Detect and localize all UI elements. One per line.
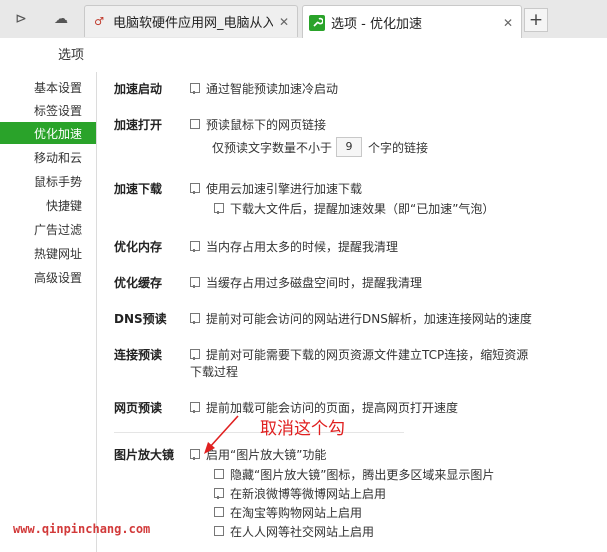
sidebar-item-basic[interactable]: 基本设置 — [0, 76, 96, 98]
sidebar-item-hotkey-urls[interactable]: 热键网址 — [0, 242, 96, 264]
weibo-magnifier-label: 在新浪微博等微博网站上启用 — [230, 487, 387, 501]
tab-title: 选项 - 优化加速 — [331, 17, 422, 32]
sidebar-item-shortcuts[interactable]: 快捷键 — [0, 194, 96, 216]
memory-reminder-checkbox[interactable] — [190, 241, 200, 252]
watermark-text: www.qinpinchang.com — [13, 522, 151, 536]
tab-bar: ⊳ ☁ ♂ 电脑软硬件应用网_电脑从入门 ✕ 选项 - 优化加速 ✕ + — [0, 0, 607, 39]
social-magnifier-checkbox[interactable] — [214, 526, 224, 536]
preread-links-label: 预读鼠标下的网页链接 — [206, 118, 327, 132]
sidebar-toggle-icon[interactable]: ⊳ — [10, 8, 32, 30]
tab-title: 电脑软硬件应用网_电脑从入门 — [113, 16, 273, 31]
section-label-connect: 连接预读 — [114, 348, 163, 362]
download-bubble-label: 下载大文件后，提醒加速效果（即“已加速”气泡） — [230, 202, 495, 216]
shopping-magnifier-checkbox[interactable] — [214, 507, 224, 517]
cloud-download-checkbox[interactable] — [190, 183, 200, 194]
section-label-memory: 优化内存 — [114, 240, 163, 254]
close-icon[interactable]: ✕ — [277, 15, 291, 29]
sidebar-item-mouse-gestures[interactable]: 鼠标手势 — [0, 170, 96, 192]
memory-reminder-label: 当内存占用太多的时候，提醒我清理 — [206, 240, 399, 254]
preread-links-checkbox[interactable] — [190, 119, 200, 129]
dns-prefetch-label: 提前对可能会访问的网站进行DNS解析，加速连接网站的速度 — [206, 312, 532, 326]
social-magnifier-label: 在人人网等社交网站上启用 — [230, 525, 375, 539]
section-label-startup: 加速启动 — [114, 82, 163, 96]
preread-min-chars-suffix: 个字的链接 — [368, 141, 429, 155]
close-icon[interactable]: ✕ — [501, 16, 515, 30]
preread-min-chars-input[interactable]: 9 — [336, 137, 362, 157]
page-header: 选项 — [0, 38, 607, 68]
wrench-icon — [309, 14, 325, 31]
annotation-arrow-icon — [204, 415, 239, 454]
section-label-download: 加速下载 — [114, 182, 163, 196]
cache-reminder-label: 当缓存占用过多磁盘空间时，提醒我清理 — [206, 276, 423, 290]
sidebar-item-adblock[interactable]: 广告过滤 — [0, 218, 96, 240]
new-tab-button[interactable]: + — [524, 8, 548, 32]
dns-prefetch-checkbox[interactable] — [190, 313, 200, 324]
magnifier-checkbox[interactable] — [190, 449, 200, 460]
section-label-webpage: 网页预读 — [114, 401, 163, 415]
site-favicon-icon: ♂ — [94, 15, 104, 28]
section-label-open: 加速打开 — [114, 118, 163, 132]
shopping-magnifier-label: 在淘宝等购物网站上启用 — [230, 506, 363, 520]
startup-checkbox[interactable] — [190, 83, 200, 94]
startup-option-label: 通过智能预读加速冷启动 — [206, 82, 339, 96]
cloud-icon[interactable]: ☁ — [50, 8, 72, 30]
annotation-text: 取消这个勾 — [260, 419, 345, 439]
cloud-download-label: 使用云加速引擎进行加速下载 — [206, 182, 363, 196]
tab-options[interactable]: 选项 - 优化加速 ✕ — [302, 5, 522, 39]
preread-min-chars-prefix: 仅预读文字数量不小于 — [212, 141, 333, 155]
section-label-cache: 优化缓存 — [114, 276, 163, 290]
hide-magnifier-icon-label: 隐藏“图片放大镜”图标，腾出更多区域来显示图片 — [230, 468, 495, 482]
download-bubble-checkbox[interactable] — [214, 203, 224, 214]
cache-reminder-checkbox[interactable] — [190, 277, 200, 288]
section-label-dns: DNS预读 — [114, 312, 167, 326]
sidebar-item-tabs[interactable]: 标签设置 — [0, 99, 96, 121]
page-prefetch-checkbox[interactable] — [190, 402, 200, 413]
tcp-preconnect-checkbox[interactable] — [190, 349, 200, 360]
tcp-preconnect-label-line2: 下载过程 — [190, 365, 239, 379]
tab-website[interactable]: ♂ 电脑软硬件应用网_电脑从入门 ✕ — [84, 5, 298, 37]
page-title: 选项 — [58, 48, 85, 63]
sidebar-item-mobile-cloud[interactable]: 移动和云 — [0, 146, 96, 168]
hide-magnifier-icon-checkbox[interactable] — [214, 469, 224, 479]
sidebar-item-optimize[interactable]: 优化加速 — [0, 122, 96, 144]
settings-sidebar: 基本设置 标签设置 优化加速 移动和云 鼠标手势 快捷键 广告过滤 热键网址 高… — [0, 72, 97, 552]
sidebar-item-advanced[interactable]: 高级设置 — [0, 266, 96, 288]
weibo-magnifier-checkbox[interactable] — [214, 488, 224, 499]
tcp-preconnect-label-line1: 提前对可能需要下载的网页资源文件建立TCP连接，缩短资源 — [206, 348, 529, 362]
section-label-magnifier: 图片放大镜 — [114, 448, 175, 462]
